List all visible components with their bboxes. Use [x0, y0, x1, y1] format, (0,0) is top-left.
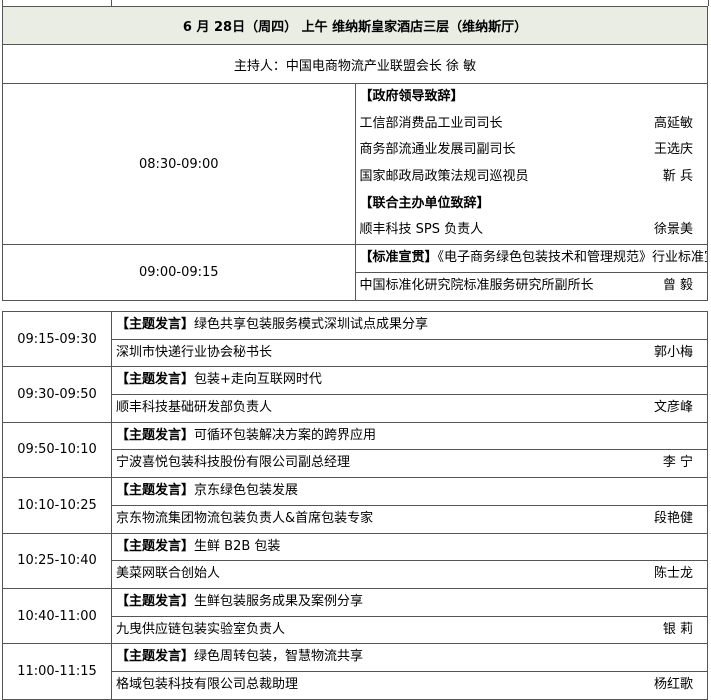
section-label: 【联合主办单位致辞】	[359, 195, 490, 211]
agenda-content: 【政府领导致辞】 工信部消费品工业司司长 高延敏 商务部流通业发展司副司长 王选庆 …	[354, 82, 708, 246]
agenda-content: 【主题发言】生鲜 B2B 包装 美菜网联合创始人 陈士龙	[111, 532, 708, 589]
agenda-content: 【主题发言】包装+走向互联网时代 顺丰科技基础研发部负责人 文彦峰	[111, 366, 708, 423]
agenda-content: 【标准宣贯】《电子商务绿色包装技术和管理规范》行业标准宣贯&绿色包装认定细则发布…	[354, 244, 708, 301]
speaker-line: 格域包装科技有限公司总裁助理 杨红歌	[112, 670, 707, 699]
agenda-row-standard: 09:00-09:15 【标准宣贯】《电子商务绿色包装技术和管理规范》行业标准宣…	[2, 244, 708, 301]
speaker-line: 工信部消费品工业司司长 高延敏	[356, 111, 708, 138]
time-slot: 09:15-09:30	[2, 310, 112, 368]
speaker-name: 郭小梅	[653, 344, 693, 360]
speaker-line: 京东物流集团物流包装负责人&首席包装专家 段艳健	[112, 504, 707, 533]
agenda-row: 09:50-10:10 【主题发言】可循环包装解决方案的跨界应用 宁波喜悦包装科…	[2, 421, 708, 479]
speaker-name: 陈士龙	[653, 566, 693, 582]
time-slot: 08:30-09:00	[2, 82, 356, 246]
speaker-line: 顺丰科技基础研发部负责人 文彦峰	[112, 394, 707, 422]
agenda-content: 【主题发言】生鲜包装服务成果及案例分享 九曳供应链包装实验室负责人银 莉	[111, 587, 708, 645]
time-slot: 09:00-09:15	[2, 244, 356, 301]
agenda-content: 【主题发言】可循环包装解决方案的跨界应用 宁波喜悦包装科技股份有限公司副总经理李…	[111, 421, 708, 479]
topic-line: 【标准宣贯】《电子商务绿色包装技术和管理规范》行业标准宣贯&绿色包装认定细则发布	[359, 250, 708, 266]
agenda-table-2: 09:15-09:30 【主题发言】绿色共享包装服务模式深圳试点成果分享 深圳市…	[2, 310, 708, 700]
time-slot: 11:00-11:15	[2, 643, 112, 700]
speaker-line: 美菜网联合创始人 陈士龙	[112, 560, 707, 588]
speaker-line: 国家邮政局政策法规司巡视员靳 兵	[356, 164, 708, 191]
speaker-name: 高延敏	[653, 115, 693, 131]
speaker-name: 曾 毅	[662, 277, 693, 293]
speaker-name: 杨红歌	[653, 676, 693, 692]
topic-line: 【主题发言】绿色共享包装服务模式深圳试点成果分享	[116, 317, 429, 332]
agenda-row: 09:30-09:50 【主题发言】包装+走向互联网时代 顺丰科技基础研发部负责…	[2, 366, 708, 423]
speaker-name: 王选庆	[653, 142, 693, 158]
agenda-row: 11:00-11:15 【主题发言】绿色周转包装，智慧物流共享 格域包装科技有限…	[2, 643, 708, 700]
time-slot: 09:50-10:10	[2, 421, 112, 479]
time-slot: 10:10-10:25	[2, 477, 112, 534]
speaker-line: 深圳市快递行业协会秘书长 郭小梅	[112, 338, 707, 367]
speaker-name: 段艳健	[653, 510, 693, 526]
topic-line: 【主题发言】生鲜包装服务成果及案例分享	[116, 593, 364, 609]
speaker-line: 中国标准化研究院标准服务研究所副所长曾 毅	[355, 271, 707, 300]
speaker-line: 宁波喜悦包装科技股份有限公司副总经理李 宁	[112, 449, 707, 477]
session-host-line: 主持人：中国电商物流产业联盟会长 徐 敏	[2, 44, 708, 84]
topic-line: 【主题发言】生鲜 B2B 包装	[116, 538, 281, 554]
speaker-line: 九曳供应链包装实验室负责人银 莉	[112, 615, 707, 644]
topic-line: 【主题发言】包装+走向互联网时代	[116, 372, 322, 388]
agenda-row-opening: 08:30-09:00 【政府领导致辞】 工信部消费品工业司司长 高延敏 商务部流…	[2, 82, 708, 246]
agenda-row: 09:15-09:30 【主题发言】绿色共享包装服务模式深圳试点成果分享 深圳市…	[2, 310, 708, 368]
speaker-line: 顺丰科技 SPS 负责人 徐景美	[356, 217, 708, 244]
speaker-name: 靳 兵	[662, 169, 693, 185]
agenda-row: 10:25-10:40 【主题发言】生鲜 B2B 包装 美菜网联合创始人 陈士龙	[2, 532, 708, 589]
time-slot: 10:25-10:40	[2, 532, 112, 589]
session-date-header: 6 月 28日（周四） 上午 维纳斯皇家酒店三层（维纳斯厅）	[2, 6, 708, 45]
time-slot: 10:40-11:00	[2, 587, 112, 645]
speaker-line: 商务部流通业发展司副司长 王选庆	[356, 137, 708, 164]
time-slot: 09:30-09:50	[2, 366, 112, 423]
topic-line: 【主题发言】京东绿色包装发展	[116, 483, 299, 499]
speaker-name: 徐景美	[653, 222, 693, 238]
agenda-row: 10:10-10:25 【主题发言】京东绿色包装发展 京东物流集团物流包装负责人…	[2, 477, 708, 534]
section-label: 【政府领导致辞】	[359, 89, 464, 104]
agenda-row: 10:40-11:00 【主题发言】生鲜包装服务成果及案例分享 九曳供应链包装实…	[2, 587, 708, 645]
speaker-name: 银 莉	[662, 621, 693, 637]
agenda-table-1: 6 月 28日（周四） 上午 维纳斯皇家酒店三层（维纳斯厅） 主持人：中国电商物…	[2, 6, 708, 301]
agenda-content: 【主题发言】绿色周转包装，智慧物流共享 格域包装科技有限公司总裁助理 杨红歌	[111, 643, 708, 700]
speaker-name: 文彦峰	[653, 400, 693, 416]
speaker-name: 李 宁	[662, 455, 693, 471]
agenda-content: 【主题发言】绿色共享包装服务模式深圳试点成果分享 深圳市快递行业协会秘书长 郭小梅	[111, 310, 708, 368]
topic-line: 【主题发言】绿色周转包装，智慧物流共享	[116, 649, 364, 665]
topic-line: 【主题发言】可循环包装解决方案的跨界应用	[116, 427, 377, 443]
agenda-content: 【主题发言】京东绿色包装发展 京东物流集团物流包装负责人&首席包装专家 段艳健	[111, 477, 708, 534]
